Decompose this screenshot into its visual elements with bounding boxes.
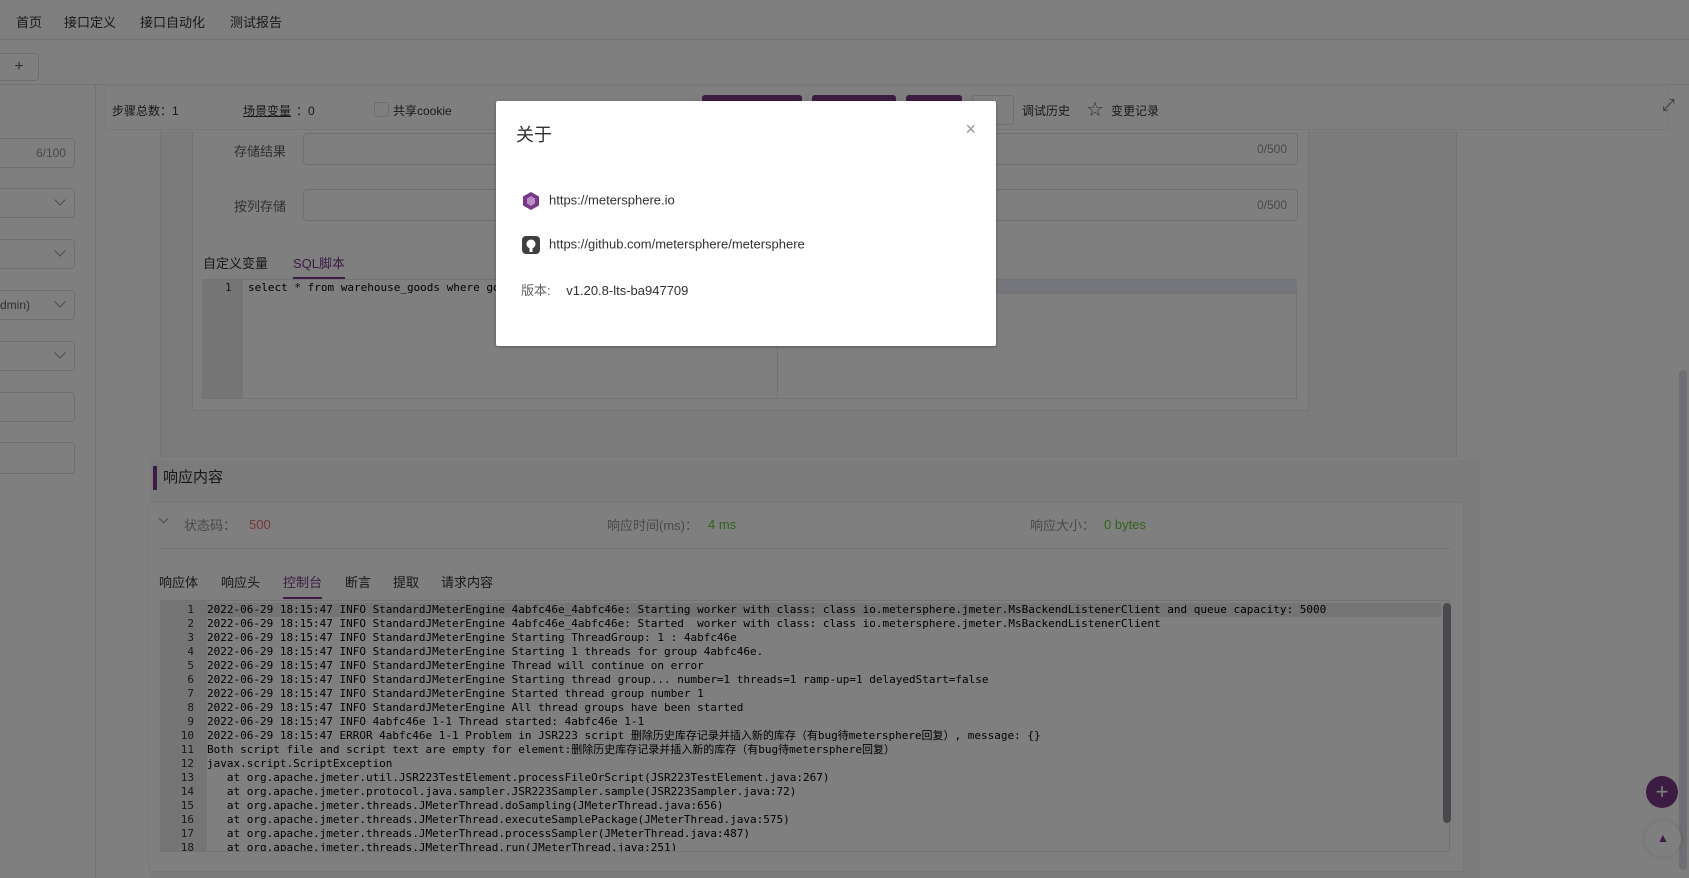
- github-icon: [522, 236, 540, 254]
- version-label: 版本:: [521, 283, 551, 298]
- metersphere-logo-icon: [523, 192, 539, 210]
- github-row: https://github.com/metersphere/metersphe…: [521, 235, 805, 255]
- close-icon[interactable]: ×: [965, 119, 976, 140]
- github-link[interactable]: https://github.com/metersphere/metersphe…: [549, 236, 805, 251]
- website-row: https://metersphere.io: [521, 191, 675, 211]
- website-link[interactable]: https://metersphere.io: [549, 192, 675, 207]
- version-value: v1.20.8-lts-ba947709: [566, 283, 689, 298]
- dialog-title: 关于: [516, 125, 552, 145]
- about-dialog: 关于 × https://metersphere.io https://gith…: [496, 101, 996, 346]
- version-row: 版本: v1.20.8-lts-ba947709: [521, 280, 688, 299]
